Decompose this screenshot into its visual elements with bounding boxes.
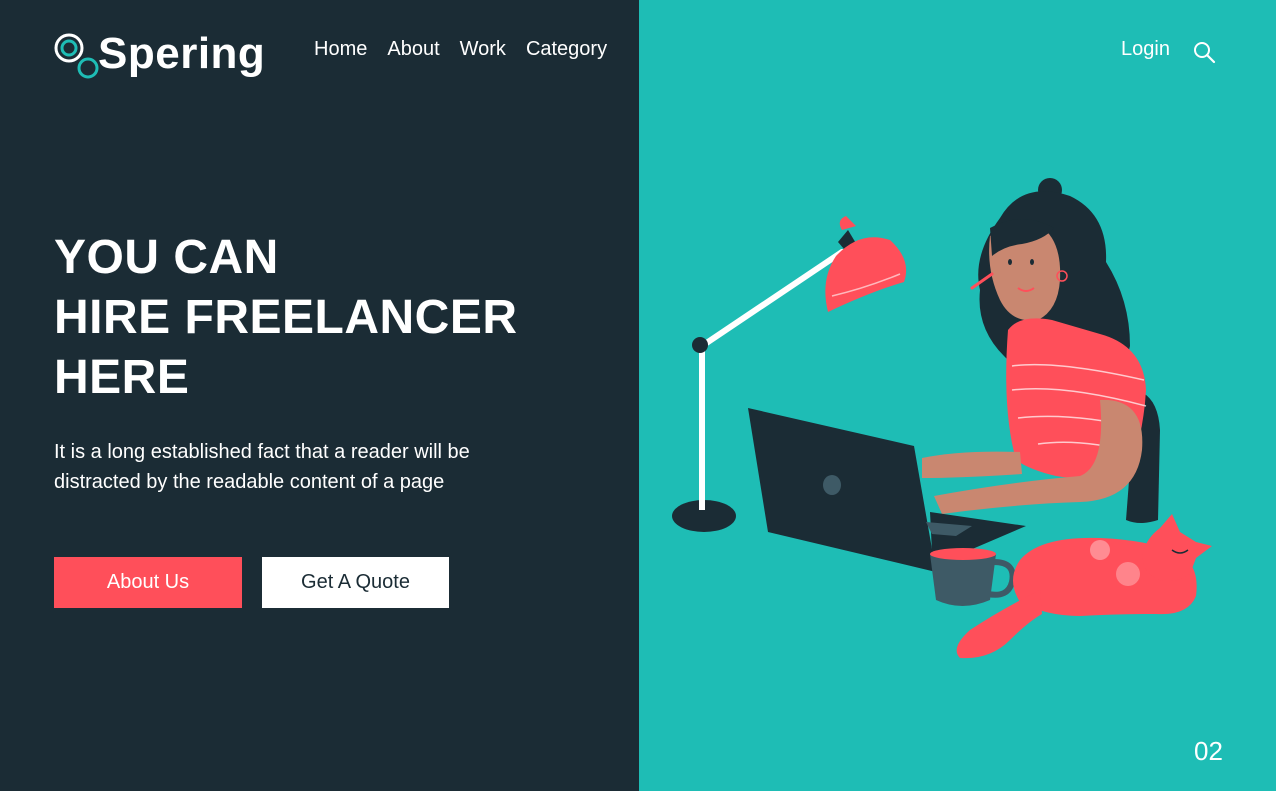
logo-circles-icon [54,28,100,80]
nav-item-work[interactable]: Work [460,38,506,61]
coffee-mug-icon [930,548,1016,606]
woman-figure-icon [922,178,1147,514]
brand-logo[interactable]: Spering [54,26,265,82]
freelancer-illustration [660,170,1240,670]
hero-title-line: HIRE FREELANCER [54,291,518,344]
bottom-strip [0,791,1276,804]
hero-description: It is a long established fact that a rea… [54,437,574,497]
login-link[interactable]: Login [1121,38,1170,61]
hero-title: YOU CAN HIRE FREELANCER HERE [54,228,518,408]
search-icon[interactable] [1192,40,1216,64]
slide-number: 02 [1194,736,1223,766]
hero-description-line: distracted by the readable content of a … [54,471,445,493]
nav-item-category[interactable]: Category [526,38,607,61]
hero-description-line: It is a long established fact that a rea… [54,441,470,463]
main-nav: Home About Work Category [314,38,607,61]
nav-item-about[interactable]: About [387,38,439,61]
about-us-button[interactable]: About Us [54,557,242,608]
brand-name: Spering [98,29,266,78]
hero-title-line: YOU CAN [54,231,279,284]
get-a-quote-button[interactable]: Get A Quote [262,557,449,608]
hero-title-line: HERE [54,351,190,404]
nav-item-home[interactable]: Home [314,38,367,61]
